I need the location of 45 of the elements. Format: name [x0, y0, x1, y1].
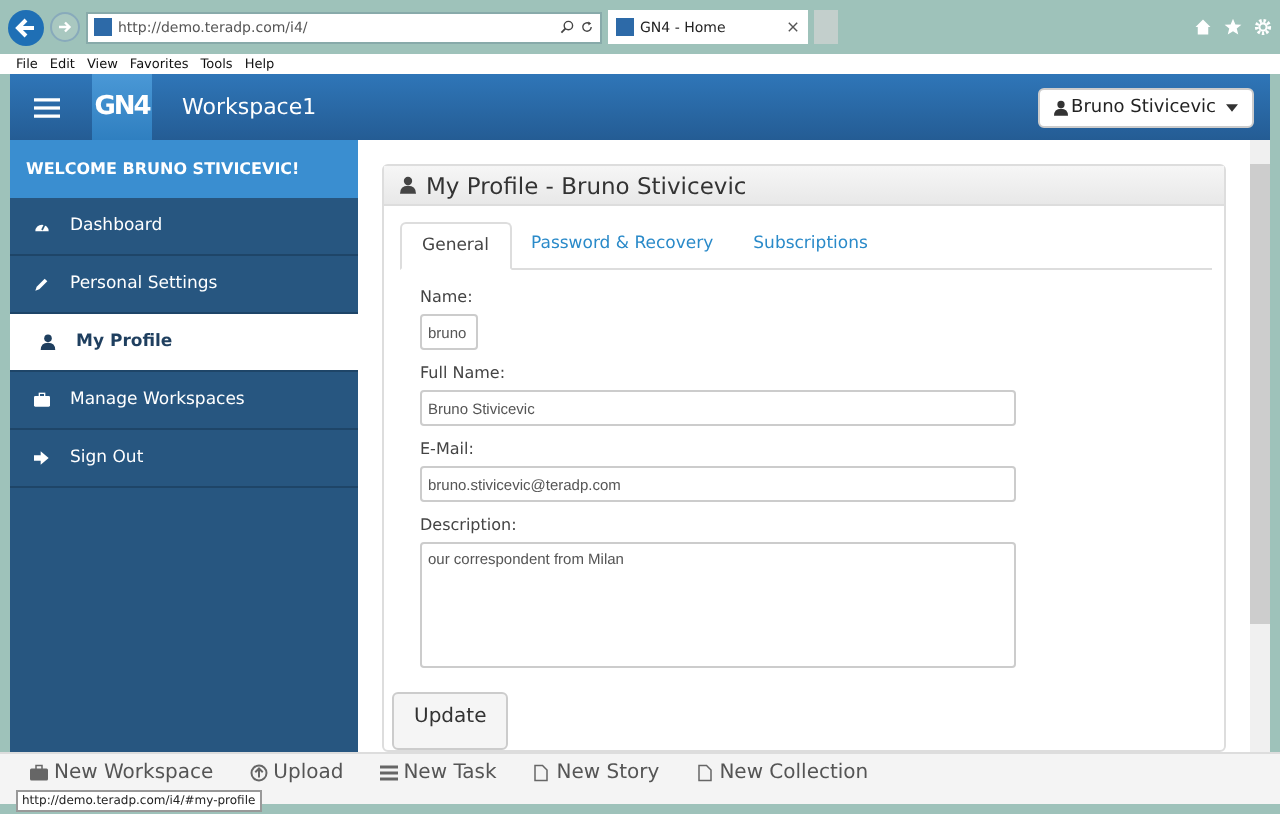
- search-icon[interactable]: [560, 20, 574, 34]
- scrollbar[interactable]: [1250, 140, 1270, 752]
- field-label: E-Mail:: [420, 440, 474, 458]
- star-icon[interactable]: [1224, 18, 1242, 36]
- update-button[interactable]: Update: [392, 692, 509, 750]
- refresh-icon[interactable]: [580, 20, 594, 34]
- toolbar-button[interactable]: New Task: [379, 762, 497, 784]
- upload-icon: [249, 764, 268, 782]
- forward-button[interactable]: [50, 12, 80, 42]
- briefcase-icon: [34, 392, 50, 408]
- toolbar-button[interactable]: New Story: [532, 762, 660, 784]
- field-label: Name:: [420, 288, 473, 306]
- workspace-title[interactable]: Workspace1: [182, 94, 317, 120]
- sign-out-icon: [34, 450, 50, 466]
- site-icon: [94, 18, 112, 36]
- user-icon: [400, 176, 416, 194]
- user-icon: [1053, 99, 1068, 115]
- site-icon: [616, 18, 634, 36]
- user-icon: [40, 334, 56, 350]
- panel-title: My Profile - Bruno Stivicevic: [426, 171, 747, 199]
- home-icon[interactable]: [1194, 18, 1212, 36]
- welcome-banner: WELCOME BRUNO STIVICEVIC!: [10, 140, 358, 198]
- arrow-left-icon: [14, 15, 38, 39]
- field-label: Description:: [420, 516, 517, 534]
- pencil-icon: [34, 276, 50, 292]
- settings-icon[interactable]: [1254, 18, 1272, 36]
- sidebar-item[interactable]: My Profile: [10, 314, 358, 372]
- user-menu-button[interactable]: Bruno Stivicevic: [1037, 87, 1254, 127]
- tab[interactable]: Subscriptions: [733, 222, 888, 268]
- arrow-right-icon: [56, 18, 74, 36]
- close-icon[interactable]: [786, 20, 800, 34]
- document-icon: [532, 764, 551, 782]
- logo[interactable]: GN4: [92, 74, 152, 140]
- toolbar-button[interactable]: New Collection: [695, 762, 869, 784]
- list-icon: [379, 764, 398, 782]
- field-label: Full Name:: [420, 364, 506, 382]
- briefcase-icon: [30, 764, 48, 782]
- caret-icon: [1226, 103, 1238, 111]
- tab[interactable]: General: [400, 222, 511, 270]
- tab[interactable]: Password & Recovery: [511, 222, 734, 268]
- document-icon: [695, 764, 714, 782]
- toolbar-button[interactable]: Upload: [249, 762, 344, 784]
- menu-icon[interactable]: [34, 97, 60, 117]
- toolbar-button[interactable]: New Workspace: [30, 762, 214, 784]
- back-button[interactable]: [8, 9, 44, 45]
